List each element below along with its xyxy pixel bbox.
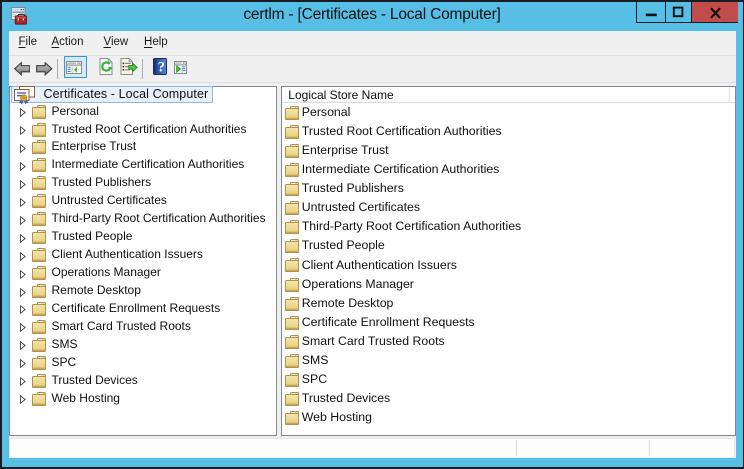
svg-text:?: ? — [157, 59, 164, 75]
